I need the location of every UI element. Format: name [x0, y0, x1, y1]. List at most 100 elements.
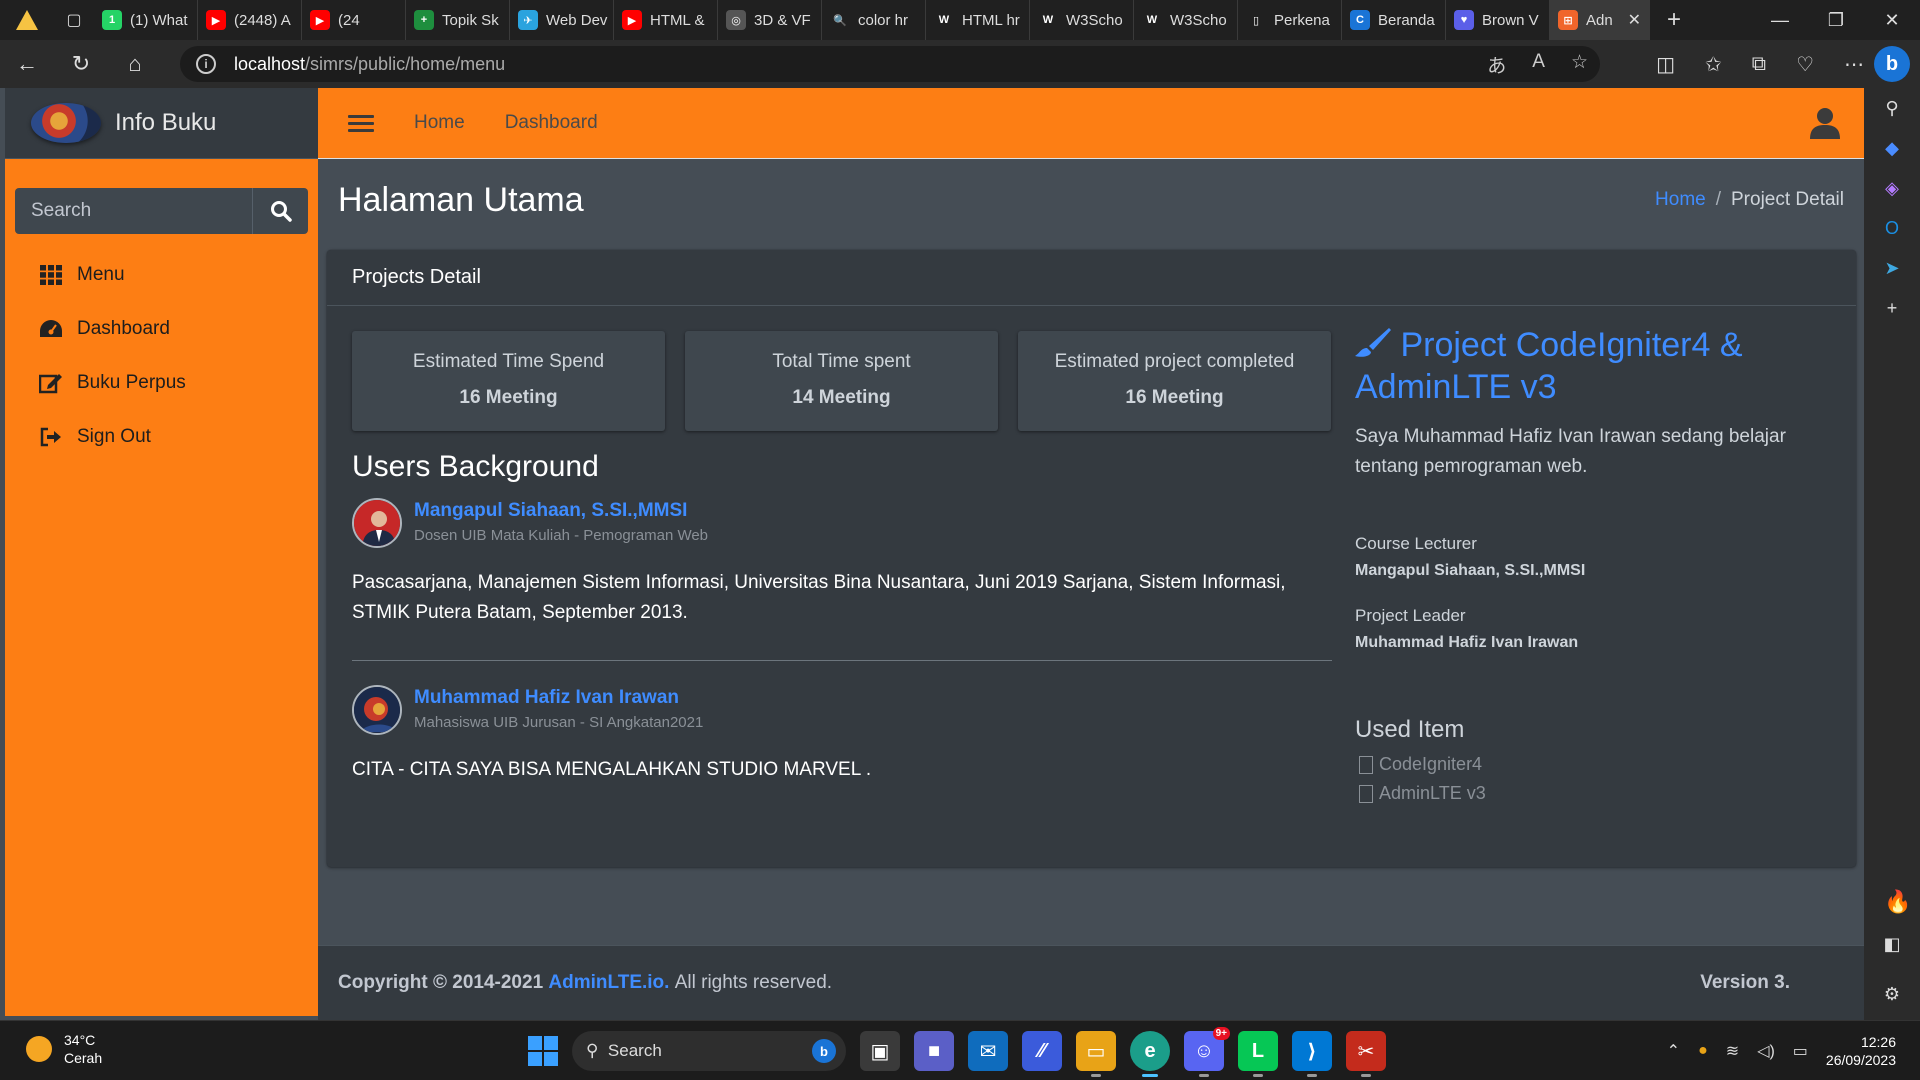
close-tab-icon[interactable]: ✕ [1628, 10, 1641, 30]
browser-tab[interactable]: ♥ Brown V [1446, 0, 1550, 40]
info-box-total-time: Total Time spent 14 Meeting [685, 331, 998, 431]
sidebar-search-button[interactable] [252, 188, 308, 234]
browser-tab[interactable]: ▶ (24 [302, 0, 406, 40]
tab-favicon-icon: ◎ [726, 10, 746, 30]
back-button[interactable]: ← [0, 40, 54, 88]
browser-tab[interactable]: C Beranda [1342, 0, 1446, 40]
settings-gear-icon[interactable]: ⚙ [1878, 980, 1906, 1008]
browser-tab[interactable]: 1 (1) What [94, 0, 198, 40]
favorite-star-icon[interactable]: ☆ [1571, 51, 1588, 78]
vscode-icon[interactable]: ⟩ [1292, 1031, 1332, 1077]
nav-dashboard-link[interactable]: Dashboard [505, 112, 598, 134]
browser-tab[interactable]: ▶ HTML & [614, 0, 718, 40]
tab-actions-icon[interactable]: ▢ [54, 0, 94, 40]
info-box-title: Estimated project completed [1054, 351, 1295, 372]
browser-tab[interactable]: ✈ Web Dev [510, 0, 614, 40]
edge-browser-icon[interactable]: e [1130, 1031, 1170, 1077]
add-app-icon[interactable]: + [1878, 294, 1906, 322]
fire-app-icon[interactable]: 🔥 [1876, 880, 1920, 924]
tab-favicon-icon: W [1038, 10, 1058, 30]
copilot-icon[interactable]: b [1874, 46, 1910, 82]
site-info-icon[interactable]: i [196, 54, 216, 74]
user-name-link[interactable]: Muhammad Hafiz Ivan Irawan [414, 687, 679, 709]
nav-home-link[interactable]: Home [414, 112, 465, 134]
weather-widget[interactable]: 34°C Cerah [26, 1031, 102, 1067]
breadcrumb-home-link[interactable]: Home [1655, 189, 1706, 210]
browser-tab[interactable]: ▯ Perkena [1238, 0, 1342, 40]
clock[interactable]: 12:26 26/09/2023 [1826, 1033, 1896, 1069]
browser-essentials-icon[interactable]: ♡ [1796, 52, 1814, 77]
close-window-button[interactable]: ✕ [1864, 0, 1920, 40]
more-menu-icon[interactable]: ⋯ [1844, 52, 1864, 77]
snipping-tool-icon[interactable]: ✂ [1346, 1031, 1386, 1077]
tab-label: color hr [858, 11, 909, 29]
search-icon[interactable]: ⚲ [1878, 94, 1906, 122]
used-item-link[interactable]: AdminLTE v3 [1355, 783, 1825, 804]
url-field[interactable]: i localhost/simrs/public/home/menu あ A ☆ [180, 46, 1600, 82]
app-logo-icon[interactable] [0, 0, 54, 40]
project-leader-value: Muhammad Hafiz Ivan Irawan [1355, 634, 1579, 651]
favorites-icon[interactable]: ✩ [1705, 52, 1722, 77]
paint-brush-icon [1355, 328, 1391, 357]
project-leader-label: Project Leader [1355, 606, 1466, 625]
address-toolbar: ← ↻ ⌂ i localhost/simrs/public/home/menu… [0, 40, 1920, 88]
user-name-link[interactable]: Mangapul Siahaan, S.SI.,MMSI [414, 500, 687, 522]
read-aloud-icon[interactable]: A [1532, 51, 1545, 78]
used-item-link[interactable]: CodeIgniter4 [1355, 754, 1825, 775]
hide-sidebar-icon[interactable]: ◧ [1878, 930, 1906, 958]
edit-icon [39, 371, 63, 395]
browser-tab[interactable]: ◎ 3D & VF [718, 0, 822, 40]
minimize-button[interactable]: — [1752, 0, 1808, 40]
file-explorer-icon[interactable]: ▭ [1076, 1031, 1116, 1077]
refresh-button[interactable]: ↻ [54, 40, 108, 88]
microphone-icon[interactable]: ● [1698, 1042, 1708, 1060]
battery-icon[interactable]: ▭ [1793, 1041, 1808, 1061]
url-text: localhost/simrs/public/home/menu [234, 54, 505, 75]
tab-label: Topik Sk [442, 11, 499, 29]
chevron-up-icon[interactable]: ⌃ [1667, 1041, 1680, 1061]
weather-condition: Cerah [64, 1050, 103, 1066]
windows-start-icon[interactable] [528, 1036, 558, 1066]
sidebar-item-buku-perpus[interactable]: Buku Perpus [15, 356, 308, 410]
restore-button[interactable]: ❐ [1808, 0, 1864, 40]
browser-tab[interactable]: W HTML hr [926, 0, 1030, 40]
used-item-label: CodeIgniter4 [1379, 754, 1483, 774]
volume-icon[interactable]: ◁) [1757, 1041, 1775, 1061]
home-button[interactable]: ⌂ [108, 40, 162, 88]
sidebar-item-menu[interactable]: Menu [15, 248, 308, 302]
brand-link[interactable]: Info Buku [5, 88, 318, 159]
send-icon[interactable]: ➤ [1878, 254, 1906, 282]
taskbar-search[interactable]: ⚲ Search b [572, 1031, 846, 1071]
browser-tab[interactable]: 🔍 color hr [822, 0, 926, 40]
tab-label: W3Scho [1066, 11, 1123, 29]
copilot-sidebar-icon[interactable]: ◈ [1878, 174, 1906, 202]
file-icon [1359, 755, 1373, 774]
browser-tab[interactable]: ▶ (2448) A [198, 0, 302, 40]
new-tab-button[interactable]: + [1650, 0, 1698, 40]
sidebar-search-input[interactable]: Search [15, 188, 252, 234]
shopping-tag-icon[interactable]: ◆ [1878, 134, 1906, 162]
tab-active[interactable]: ⊞ Adn ✕ [1550, 0, 1650, 40]
hamburger-menu-icon[interactable] [348, 111, 374, 136]
tab-favicon-icon: + [414, 10, 434, 30]
teams-icon[interactable]: ■ [914, 1031, 954, 1071]
collections-icon[interactable]: ⧉ [1752, 53, 1766, 76]
browser-tab[interactable]: + Topik Sk [406, 0, 510, 40]
wifi-icon[interactable]: ≋ [1726, 1041, 1739, 1061]
task-view-icon[interactable]: ▣ [860, 1031, 900, 1071]
split-screen-icon[interactable]: ◫ [1656, 52, 1675, 77]
sidebar-item-sign-out[interactable]: Sign Out [15, 410, 308, 464]
line-icon[interactable]: L [1238, 1031, 1278, 1077]
user-icon[interactable] [1808, 106, 1842, 140]
footer-adminlte-link[interactable]: AdminLTE.io. [548, 972, 669, 994]
mail-icon[interactable]: ✉ [968, 1031, 1008, 1071]
discord-icon[interactable]: ☺ 9+ [1184, 1027, 1230, 1077]
project-leader-block: Project Leader Muhammad Hafiz Ivan Irawa… [1355, 606, 1825, 652]
sidebar-item-dashboard[interactable]: Dashboard [15, 302, 308, 356]
browser-tab[interactable]: W W3Scho [1030, 0, 1134, 40]
app-icon[interactable]: ⁄⁄ [1022, 1031, 1062, 1071]
translate-icon[interactable]: あ [1487, 51, 1506, 78]
browser-tab[interactable]: W W3Scho [1134, 0, 1238, 40]
outlook-icon[interactable]: O [1878, 214, 1906, 242]
search-icon [270, 201, 292, 222]
